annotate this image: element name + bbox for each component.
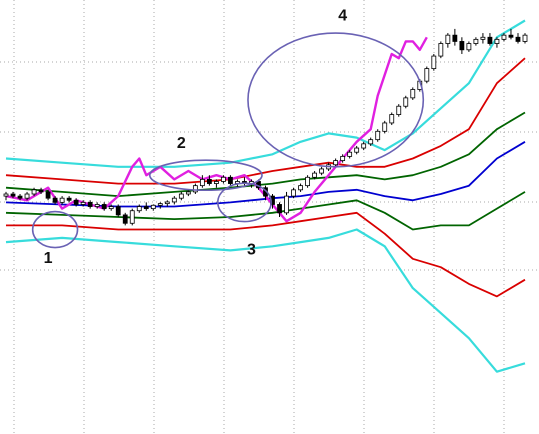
candle-body-44 [312,172,317,178]
candle-body-42 [298,185,303,191]
candle-body-65 [459,41,465,51]
candle-body-69 [487,36,493,44]
candle-body-20 [143,206,149,210]
candle-body-51 [361,143,367,149]
candle-body-70 [494,38,500,44]
candle-body-3 [24,193,30,199]
candle-body-66 [466,43,472,51]
candle-body-0 [3,193,9,197]
candle-body-52 [368,139,374,145]
candle-body-15 [108,206,114,210]
candle-body-56 [396,105,402,115]
candle-body-30 [214,181,219,184]
candle-body-29 [206,178,212,184]
candle-body-67 [473,38,479,44]
candle-body-12 [87,201,93,207]
candle-body-32 [228,176,233,184]
candle-body-11 [80,201,86,205]
candle-body-21 [150,204,156,210]
candle-body-31 [221,176,226,182]
candle-body-60 [424,68,430,82]
candle-body-63 [445,34,451,44]
candle-body-22 [157,203,163,206]
candle-body-5 [38,189,44,193]
candle-body-7 [52,197,58,203]
candle-body-26 [185,191,191,195]
candle-body-18 [129,210,135,224]
candle-body-23 [164,201,170,205]
candle-body-58 [410,89,416,99]
chart-container: 1 2 3 4 [0,0,539,434]
candle-body-43 [305,176,310,187]
candle-body-6 [45,191,51,199]
candle-body-28 [199,178,205,187]
annotation-label-3: 3 [247,242,256,259]
candle-body-71 [501,34,507,40]
bollinger-chart: 1 2 3 4 [0,0,539,434]
candle-body-2 [17,195,23,199]
candle-body-39 [277,204,282,214]
candle-body-54 [382,122,388,132]
candle-body-72 [508,34,514,38]
candle-body-24 [171,197,177,203]
candle-body-4 [31,189,37,195]
candle-body-14 [101,204,107,210]
chart-background [0,0,539,434]
candle-body-45 [319,168,325,174]
candle-body-13 [94,204,100,207]
candle-body-47 [333,160,339,166]
candle-body-57 [403,97,409,107]
candle-body-49 [347,151,353,157]
candle-body-41 [291,189,296,197]
candle-body-10 [73,199,79,205]
candle-body-53 [375,130,381,141]
candle-body-64 [452,34,458,42]
candle-body-55 [389,114,395,124]
candle-body-25 [178,193,184,199]
annotation-label-2: 2 [177,135,186,152]
candle-body-68 [480,36,486,40]
candle-body-50 [354,147,360,153]
candle-body-73 [515,36,521,42]
candle-body-27 [192,185,198,193]
candle-body-61 [431,55,437,70]
candle-body-62 [438,43,444,57]
candle-body-9 [66,197,72,201]
candle-body-17 [122,214,128,224]
candle-body-1 [10,193,16,197]
annotation-label-4: 4 [338,8,347,25]
candle-body-19 [136,206,142,212]
candle-body-8 [59,197,65,203]
candle-body-16 [115,206,121,216]
candle-body-74 [522,34,528,42]
candle-body-48 [340,155,346,161]
annotation-label-1: 1 [44,250,53,267]
candle-body-40 [284,195,289,214]
